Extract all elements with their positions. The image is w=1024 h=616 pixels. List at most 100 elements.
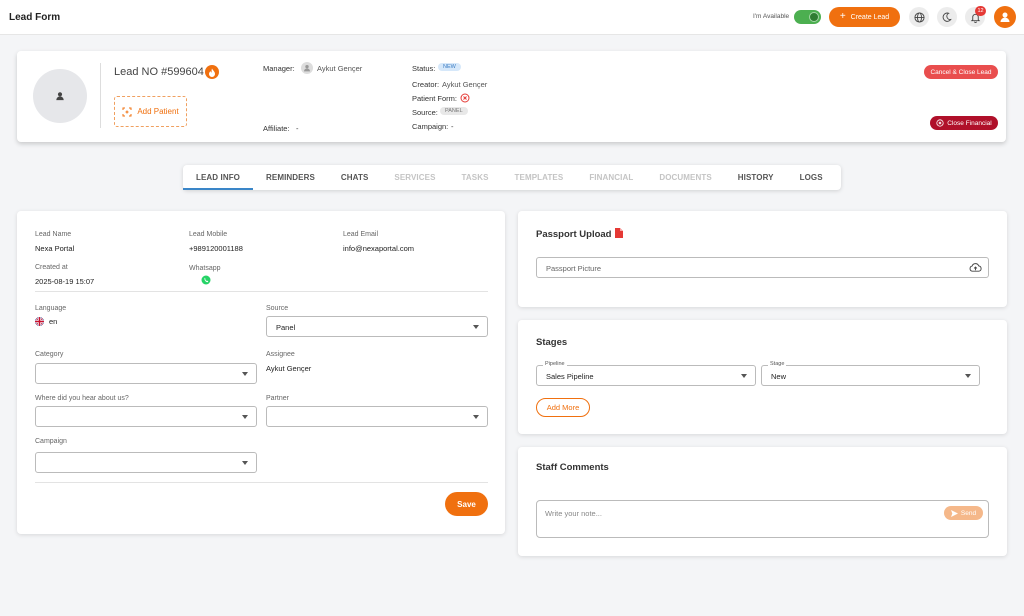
pipeline-label: Pipeline <box>543 361 567 367</box>
status-badge: NEW <box>438 63 461 71</box>
tab-history[interactable]: HISTORY <box>725 165 787 190</box>
globe-icon <box>913 11 925 23</box>
pipeline-select-value: Sales Pipeline <box>546 372 594 381</box>
tab-templates: TEMPLATES <box>514 173 564 182</box>
pipeline-select[interactable]: Pipeline Sales Pipeline <box>536 361 756 386</box>
create-lead-button[interactable]: + Create Lead <box>829 7 900 27</box>
lead-email-value: info@nexaportal.com <box>343 244 414 253</box>
close-circle-icon <box>936 119 944 127</box>
campaign-select[interactable] <box>35 452 257 473</box>
cancel-close-lead-button[interactable]: Cancel & Close Lead <box>924 65 998 79</box>
language-button[interactable] <box>909 7 929 27</box>
plus-icon: + <box>839 11 846 22</box>
lead-tabs: LEAD INFO REMINDERS CHATS SERVICES TASKS TEMP… <box>183 165 841 190</box>
moon-icon <box>942 12 952 22</box>
creator-value: Aykut Gençer <box>442 80 488 89</box>
lead-avatar <box>33 69 87 123</box>
source-field-label: Source <box>266 305 289 312</box>
source-badge: PANEL <box>440 107 468 115</box>
divider <box>100 63 101 128</box>
source-label: Source: <box>412 108 438 117</box>
category-select[interactable] <box>35 363 257 384</box>
chevron-down-icon <box>242 372 248 376</box>
cloud-upload-icon[interactable] <box>969 262 982 275</box>
tab-chats[interactable]: CHATS <box>328 165 381 190</box>
hear-about-select[interactable] <box>35 406 257 427</box>
partner-label: Partner <box>266 395 289 402</box>
manager-avatar <box>301 62 313 74</box>
chevron-down-icon <box>473 415 479 419</box>
add-more-button[interactable]: Add More <box>536 398 590 417</box>
whatsapp-icon[interactable] <box>201 275 211 287</box>
creator-label: Creator: <box>412 80 440 89</box>
campaign-field-label: Campaign <box>35 438 67 445</box>
chevron-down-icon <box>741 374 747 378</box>
category-label: Category <box>35 351 64 358</box>
lead-name-value: Nexa Portal <box>35 244 75 253</box>
send-label: Send <box>960 509 977 517</box>
lead-mobile-label: Lead Mobile <box>189 231 228 238</box>
user-icon <box>1000 12 1010 22</box>
pdf-icon <box>615 228 623 240</box>
divider <box>35 291 488 292</box>
divider <box>35 482 488 483</box>
whatsapp-label: Whatsapp <box>189 265 221 272</box>
tab-reminders[interactable]: REMINDERS <box>253 165 328 190</box>
tab-lead-info[interactable]: LEAD INFO <box>183 165 254 190</box>
add-patient-button[interactable]: Add Patient <box>114 96 187 127</box>
created-at-value: 2025-08-19 15:07 <box>35 277 95 286</box>
chevron-down-icon <box>242 415 248 419</box>
language-value: en <box>49 317 58 326</box>
tab-services: SERVICES <box>394 173 436 182</box>
tab-tasks: TASKS <box>461 173 489 182</box>
uk-flag-icon <box>35 317 44 326</box>
chevron-down-icon <box>965 374 971 378</box>
status-label: Status: <box>412 64 436 73</box>
passport-upload-field[interactable]: Passport Picture <box>536 257 989 278</box>
affiliate-label: Affiliate: <box>263 124 290 133</box>
close-financial-label: Close Financial <box>947 119 992 127</box>
add-patient-label: Add Patient <box>137 107 179 116</box>
note-input[interactable]: Write your note... <box>536 500 989 538</box>
hot-lead-icon <box>205 65 219 79</box>
lead-email-label: Lead Email <box>343 231 379 238</box>
source-select[interactable]: Panel <box>266 316 488 337</box>
passport-title: Passport Upload <box>536 229 612 240</box>
stage-select-value: New <box>771 372 787 381</box>
assignee-value: Aykut Gençer <box>266 364 312 373</box>
tab-financial: FINANCIAL <box>589 173 634 182</box>
assignee-label: Assignee <box>266 351 295 358</box>
scan-icon <box>122 107 132 116</box>
send-button[interactable]: Send <box>944 506 983 520</box>
tab-documents: DOCUMENTS <box>659 173 712 182</box>
campaign-label: Campaign: <box>412 122 449 131</box>
language-label: Language <box>35 305 67 312</box>
create-lead-label: Create Lead <box>850 13 890 21</box>
save-button[interactable]: Save <box>445 492 488 516</box>
send-icon <box>950 509 958 517</box>
chevron-down-icon <box>473 325 479 329</box>
user-menu-button[interactable] <box>994 6 1016 28</box>
lead-name-label: Lead Name <box>35 231 72 238</box>
note-placeholder: Write your note... <box>545 509 602 518</box>
campaign-value: - <box>451 122 454 131</box>
hear-about-label: Where did you hear about us? <box>35 395 129 402</box>
close-financial-button[interactable]: Close Financial <box>930 116 998 130</box>
availability-toggle[interactable] <box>794 10 821 24</box>
lead-number: Lead NO #599604 <box>114 66 204 78</box>
patient-form-label: Patient Form: <box>412 94 458 103</box>
tab-logs[interactable]: LOGS <box>787 165 836 190</box>
stage-select[interactable]: Stage New <box>761 361 980 386</box>
manager-name: Aykut Gençer <box>317 64 363 73</box>
chevron-down-icon <box>242 461 248 465</box>
person-icon <box>304 65 310 72</box>
theme-button[interactable] <box>937 7 957 27</box>
partner-select[interactable] <box>266 406 488 427</box>
affiliate-value: - <box>296 124 299 133</box>
flame-icon <box>209 68 215 77</box>
staff-comments-title: Staff Comments <box>536 462 609 473</box>
top-bar: Lead Form I'm Available + Create Lead 12 <box>0 0 1024 35</box>
patient-form-missing-icon <box>460 93 470 105</box>
created-at-label: Created at <box>35 264 68 271</box>
person-icon <box>56 92 64 101</box>
